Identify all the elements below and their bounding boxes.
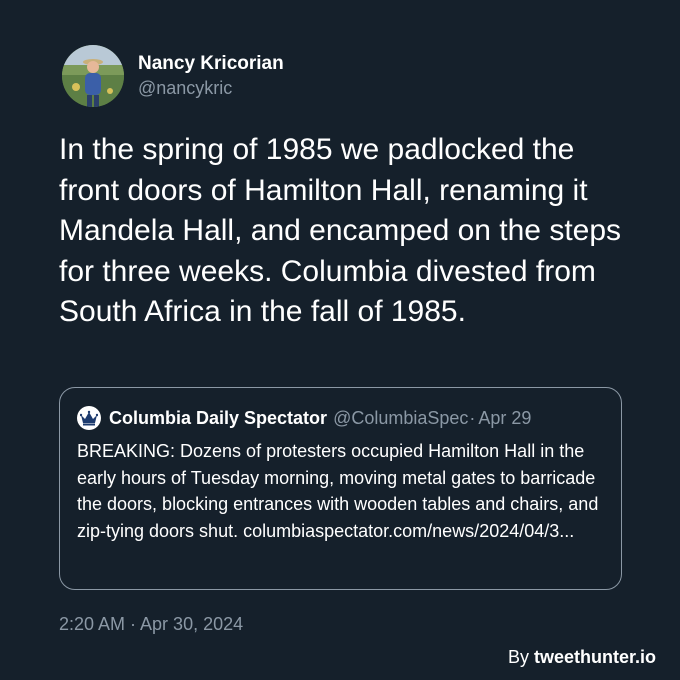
- quoted-author-name[interactable]: Columbia Daily Spectator: [109, 408, 327, 429]
- tweet-timestamp[interactable]: 2:20 AM · Apr 30, 2024: [59, 612, 243, 636]
- credit-brand: tweethunter.io: [533, 647, 656, 667]
- crown-icon: [77, 406, 101, 430]
- tweet-header: Nancy Kricorian @nancykric: [62, 44, 284, 108]
- quoted-tweet-text: BREAKING: Dozens of protesters occupied …: [77, 441, 599, 541]
- profile-photo-icon: [62, 45, 124, 107]
- watermark-credit: By tweethunter.io: [508, 645, 656, 669]
- quoted-tweet-header: Columbia Daily Spectator @ColumbiaSpec ·…: [77, 404, 605, 432]
- author-handle[interactable]: @nancykric: [138, 76, 284, 100]
- tweet-text: In the spring of 1985 we padlocked the f…: [59, 133, 622, 328]
- avatar[interactable]: [62, 45, 124, 107]
- separator-dot: ·: [469, 407, 476, 428]
- quoted-author-handle[interactable]: @ColumbiaSpec: [333, 408, 468, 429]
- author-name[interactable]: Nancy Kricorian: [138, 52, 284, 76]
- quoted-date[interactable]: Apr 29: [478, 408, 531, 429]
- credit-prefix: By: [507, 647, 529, 667]
- quoted-tweet[interactable]: Columbia Daily Spectator @ColumbiaSpec ·…: [59, 387, 622, 590]
